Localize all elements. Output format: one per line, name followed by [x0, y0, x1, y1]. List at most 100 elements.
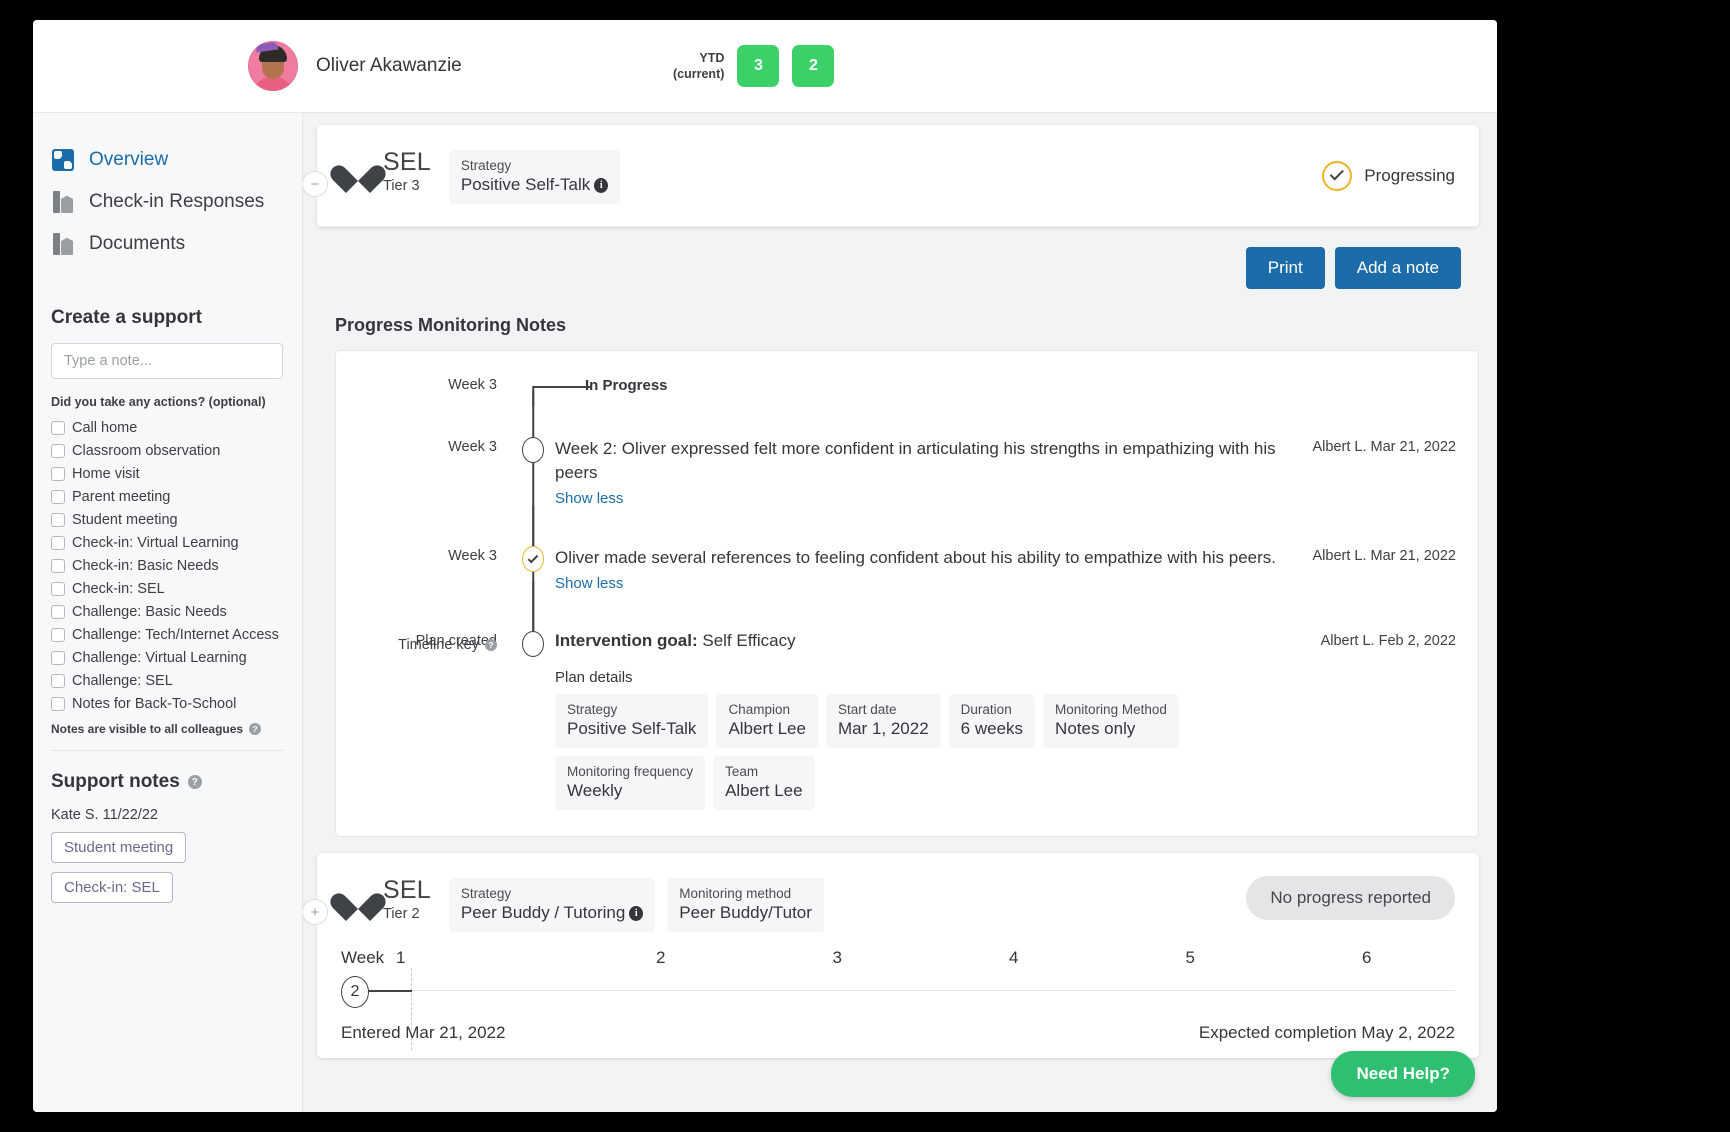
check-circle-icon	[1322, 160, 1353, 191]
week-axis-labels: Week 1 2 3 4 5 6	[317, 942, 1479, 968]
plan-detail-team: Team Albert Lee	[713, 756, 815, 810]
ytd-label-line1: YTD	[699, 51, 725, 65]
checkbox-checkin-basic-needs[interactable]: Check-in: Basic Needs	[51, 556, 302, 576]
plan-detail-duration: Duration 6 weeks	[948, 694, 1036, 748]
print-button[interactable]: Print	[1245, 247, 1325, 289]
checkbox-classroom-observation[interactable]: Classroom observation	[51, 441, 302, 461]
checkbox-notes-back-to-school[interactable]: Notes for Back-To-School	[51, 694, 302, 714]
plan-detail-monitoring-frequency: Monitoring frequency Weekly	[555, 756, 706, 810]
checkbox-box[interactable]	[51, 582, 65, 596]
week-ticks: 1 2 3 4 5 6	[396, 948, 1455, 968]
support-note-tag[interactable]: Student meeting	[51, 832, 187, 863]
timeline-node	[522, 437, 544, 463]
checkbox-label: Challenge: Basic Needs	[72, 604, 227, 620]
ytd-chip-2[interactable]: 2	[792, 45, 835, 87]
checkbox-box[interactable]	[51, 467, 65, 481]
checkbox-label: Call home	[72, 420, 138, 436]
strategy-chip-label: Strategy	[460, 158, 512, 173]
checkbox-checkin-sel[interactable]: Check-in: SEL	[51, 579, 302, 599]
timeline-key-label: Timeline key	[398, 637, 479, 653]
help-icon[interactable]: ?	[485, 639, 497, 651]
puzzle-icon	[51, 148, 75, 172]
checkbox-label: Challenge: Virtual Learning	[72, 650, 247, 666]
axis-footer: Entered Mar 21, 2022 Expected completion…	[341, 1023, 1455, 1043]
checkbox-student-meeting[interactable]: Student meeting	[51, 510, 302, 530]
timeline-row: Week 3 In Progress	[336, 377, 1456, 406]
expand-card-button[interactable]: +	[303, 899, 328, 925]
status-text: Progressing	[1364, 165, 1455, 185]
checkbox-parent-meeting[interactable]: Parent meeting	[51, 487, 302, 507]
show-less-link[interactable]: Show less	[555, 575, 623, 592]
support-notes-title: Support notes	[51, 771, 180, 792]
checkbox-box[interactable]	[51, 651, 65, 665]
collapse-card-button[interactable]: −	[303, 171, 328, 197]
sidebar-item-label: Check-in Responses	[89, 191, 265, 212]
timeline-spine	[511, 581, 555, 810]
sidebar-item-documents[interactable]: Documents	[33, 223, 302, 265]
checkbox-box[interactable]	[51, 697, 65, 711]
week-tick: 1	[396, 948, 406, 967]
main-content: − SEL Tier 3 Strategy Positive Self-Talk…	[303, 113, 1497, 1112]
info-icon[interactable]: i	[629, 905, 644, 921]
checkbox-box[interactable]	[51, 513, 65, 527]
checkbox-box[interactable]	[51, 490, 65, 504]
strategy-chip-value: Positive Self-Talk	[460, 175, 591, 194]
support-note-tag[interactable]: Check-in: SEL	[51, 872, 173, 903]
checkbox-challenge-tech-internet-access[interactable]: Challenge: Tech/Internet Access	[51, 625, 302, 645]
app-window: Oliver Akawanzie YTD (current) 3 2 Overv…	[33, 20, 1497, 1112]
checkbox-label: Challenge: Tech/Internet Access	[72, 627, 279, 643]
sidebar-item-checkin-responses[interactable]: Check-in Responses	[33, 181, 302, 223]
strategy-chip: Strategy Peer Buddy / Tutoring i	[448, 878, 656, 932]
avatar	[248, 41, 298, 91]
timeline-node	[522, 631, 544, 657]
checkbox-checkin-virtual-learning[interactable]: Check-in: Virtual Learning	[51, 533, 302, 553]
checkbox-box[interactable]	[51, 674, 65, 688]
book-icon	[51, 190, 75, 214]
timeline-connector	[533, 386, 591, 388]
checkbox-box[interactable]	[51, 536, 65, 550]
ytd-label: YTD (current)	[673, 50, 724, 82]
plan-detail-strategy: Strategy Positive Self-Talk	[555, 694, 709, 748]
timeline-content: Week 2: Oliver expressed felt more confi…	[555, 437, 1291, 508]
checkbox-challenge-sel[interactable]: Challenge: SEL	[51, 671, 302, 691]
timeline-status-label: In Progress	[585, 377, 668, 394]
show-less-link[interactable]: Show less	[555, 490, 623, 507]
timeline-key[interactable]: Timeline key ?	[336, 637, 511, 653]
week-progress-axis: 2 Entered Mar 21, 2022 Expected completi…	[317, 968, 1479, 1058]
help-icon[interactable]: ?	[249, 723, 262, 735]
timeline-week-label: Plan created	[415, 633, 497, 649]
domain-block: SEL Tier 2	[383, 878, 431, 922]
strategy-chip-label: Strategy	[460, 886, 512, 901]
progress-monitoring-title: Progress Monitoring Notes	[335, 315, 567, 335]
checkbox-label: Notes for Back-To-School	[72, 696, 237, 712]
checkbox-box[interactable]	[51, 444, 65, 458]
card-action-buttons: Print Add a note	[317, 227, 1479, 289]
axis-stem	[367, 990, 412, 992]
action-checkbox-list: Call home Classroom observation Home vis…	[51, 418, 302, 714]
timeline-week-label: Week 3	[448, 439, 497, 455]
checkbox-challenge-virtual-learning[interactable]: Challenge: Virtual Learning	[51, 648, 302, 668]
checkbox-home-visit[interactable]: Home visit	[51, 464, 302, 484]
help-icon[interactable]: ?	[187, 775, 202, 789]
heart-icon	[341, 154, 375, 185]
need-help-button[interactable]: Need Help?	[1331, 1051, 1475, 1097]
plan-detail-start-date: Start date Mar 1, 2022	[825, 694, 941, 748]
sidebar-item-overview[interactable]: Overview	[33, 139, 302, 181]
ytd-chip-1[interactable]: 3	[737, 45, 780, 87]
checkbox-challenge-basic-needs[interactable]: Challenge: Basic Needs	[51, 602, 302, 622]
add-a-note-button[interactable]: Add a note	[1334, 247, 1461, 289]
checkbox-box[interactable]	[51, 605, 65, 619]
note-input[interactable]	[51, 343, 283, 379]
timeline-week-label: Week 3	[448, 548, 497, 564]
week-tick: 6	[1362, 948, 1372, 967]
checkbox-box[interactable]	[51, 628, 65, 642]
checkbox-label: Parent meeting	[72, 489, 171, 505]
checkbox-label: Classroom observation	[72, 443, 221, 459]
checkbox-call-home[interactable]: Call home	[51, 418, 302, 438]
checkbox-box[interactable]	[51, 421, 65, 435]
checkbox-label: Home visit	[72, 466, 140, 482]
info-icon[interactable]: i	[594, 177, 609, 193]
detail-value: 6 weeks	[960, 719, 1024, 738]
strategy-chip: Strategy Positive Self-Talk i	[448, 150, 621, 204]
checkbox-box[interactable]	[51, 559, 65, 573]
